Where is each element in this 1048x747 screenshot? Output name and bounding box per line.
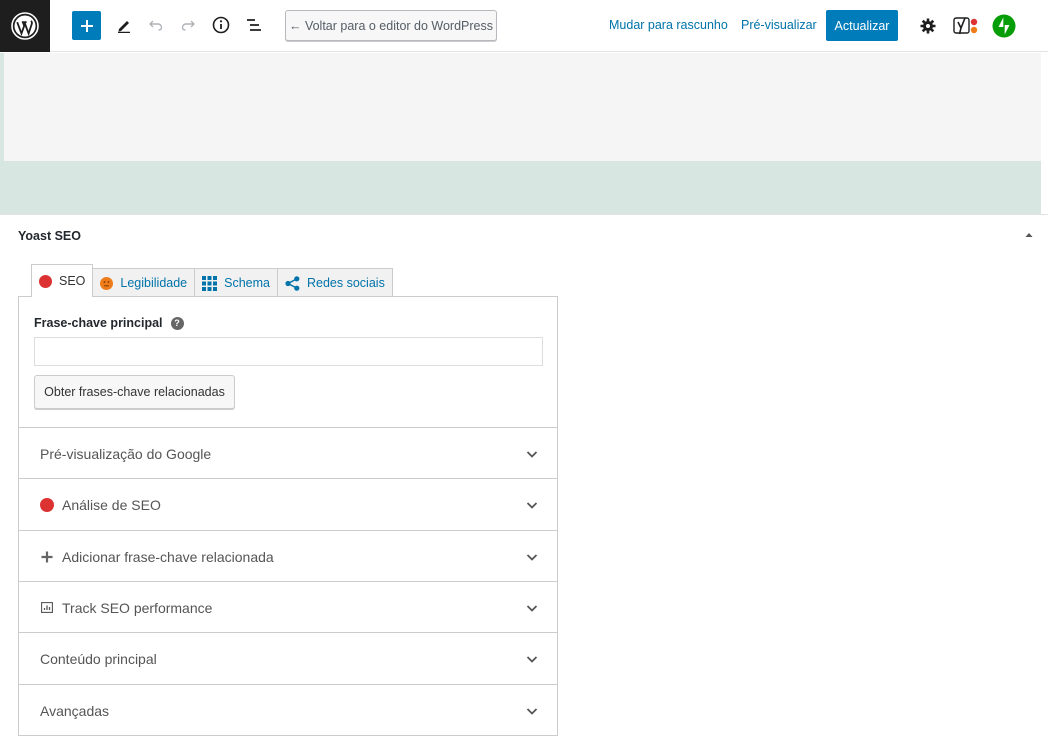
section-label: Avançadas [40, 702, 110, 719]
tab-schema[interactable]: Schema [194, 268, 278, 297]
switch-to-draft-button[interactable]: Mudar para rascunho [609, 18, 728, 32]
chevron-down-icon [526, 502, 538, 509]
orange-face-icon [100, 276, 114, 290]
editor-scrollbar[interactable] [1041, 53, 1048, 214]
section-label: Conteúdo principal [40, 650, 157, 667]
back-to-wordpress-editor-button[interactable]: ← Voltar para o editor do WordPress [285, 10, 497, 41]
chevron-down-icon [526, 554, 538, 561]
collapse-up-icon[interactable] [1024, 230, 1034, 240]
tab-social[interactable]: Redes sociais [277, 268, 393, 297]
chevron-down-icon [526, 708, 538, 715]
section-cornerstone-content[interactable]: Conteúdo principal [19, 632, 557, 684]
plus-icon [80, 19, 93, 32]
focus-keyphrase-input[interactable] [34, 337, 543, 366]
help-icon[interactable]: ? [170, 316, 184, 330]
section-label: Track SEO performance [62, 599, 213, 616]
edit-tools-button[interactable] [110, 10, 138, 40]
tab-label: Redes sociais [307, 276, 385, 290]
section-label: Adicionar frase-chave relacionada [62, 548, 274, 565]
focus-keyphrase-label: Frase-chave principal ? [34, 316, 184, 330]
yoast-tabs: SEO Legibilidade Schema Redes sociais [31, 264, 393, 297]
share-icon [285, 275, 300, 291]
add-block-button[interactable] [72, 11, 101, 40]
jetpack-icon [992, 14, 1016, 38]
redo-button[interactable] [174, 10, 202, 40]
tab-label: Schema [224, 276, 270, 290]
red-dot-icon [39, 274, 52, 288]
tab-label: SEO [59, 274, 86, 288]
grid-icon [202, 275, 218, 291]
section-label: Análise de SEO [62, 496, 161, 513]
undo-button[interactable] [142, 10, 170, 40]
seo-tab-panel: Frase-chave principal ? Obter frases-cha… [18, 296, 558, 736]
section-seo-analysis[interactable]: Análise de SEO [19, 478, 557, 530]
editor-canvas[interactable] [4, 53, 1041, 161]
info-icon [212, 16, 230, 34]
red-dot-icon [40, 497, 54, 512]
undo-icon [149, 20, 163, 31]
redo-icon [181, 20, 195, 31]
pencil-icon [118, 21, 130, 33]
metabox-title: Yoast SEO [18, 229, 81, 243]
block-navigation-button[interactable] [240, 10, 268, 40]
get-related-keyphrases-button[interactable]: Obter frases-chave relacionadas [34, 375, 235, 409]
chevron-down-icon [526, 605, 538, 612]
content-info-button[interactable] [207, 10, 235, 40]
top-toolbar: ← Voltar para o editor do WordPress Muda… [0, 0, 1048, 52]
section-label: Pré-visualização do Google [40, 445, 212, 462]
wordpress-logo-icon[interactable] [0, 0, 50, 52]
yoast-metabox-header[interactable]: Yoast SEO [0, 214, 1048, 254]
chart-icon [40, 602, 54, 613]
focus-keyphrase-label-text: Frase-chave principal [34, 316, 163, 330]
yoast-logo-icon [953, 17, 978, 35]
jetpack-button[interactable] [991, 13, 1017, 39]
section-add-related-keyphrase[interactable]: Adicionar frase-chave relacionada [19, 530, 557, 582]
yoast-seo-button[interactable] [953, 13, 979, 39]
chevron-down-icon [526, 656, 538, 663]
plus-icon [40, 551, 54, 563]
update-button[interactable]: Actualizar [826, 10, 898, 41]
settings-button[interactable] [915, 13, 941, 39]
tab-label: Legibilidade [120, 276, 188, 290]
preview-button[interactable]: Pré-visualizar [741, 18, 817, 32]
section-track-seo-performance[interactable]: Track SEO performance [19, 581, 557, 633]
tab-seo[interactable]: SEO [31, 264, 94, 297]
list-outline-icon [247, 19, 261, 31]
gear-icon [920, 18, 936, 34]
section-advanced[interactable]: Avançadas [19, 684, 557, 736]
tab-readability[interactable]: Legibilidade [92, 268, 196, 297]
chevron-down-icon [526, 451, 538, 458]
section-google-preview[interactable]: Pré-visualização do Google [19, 427, 557, 479]
